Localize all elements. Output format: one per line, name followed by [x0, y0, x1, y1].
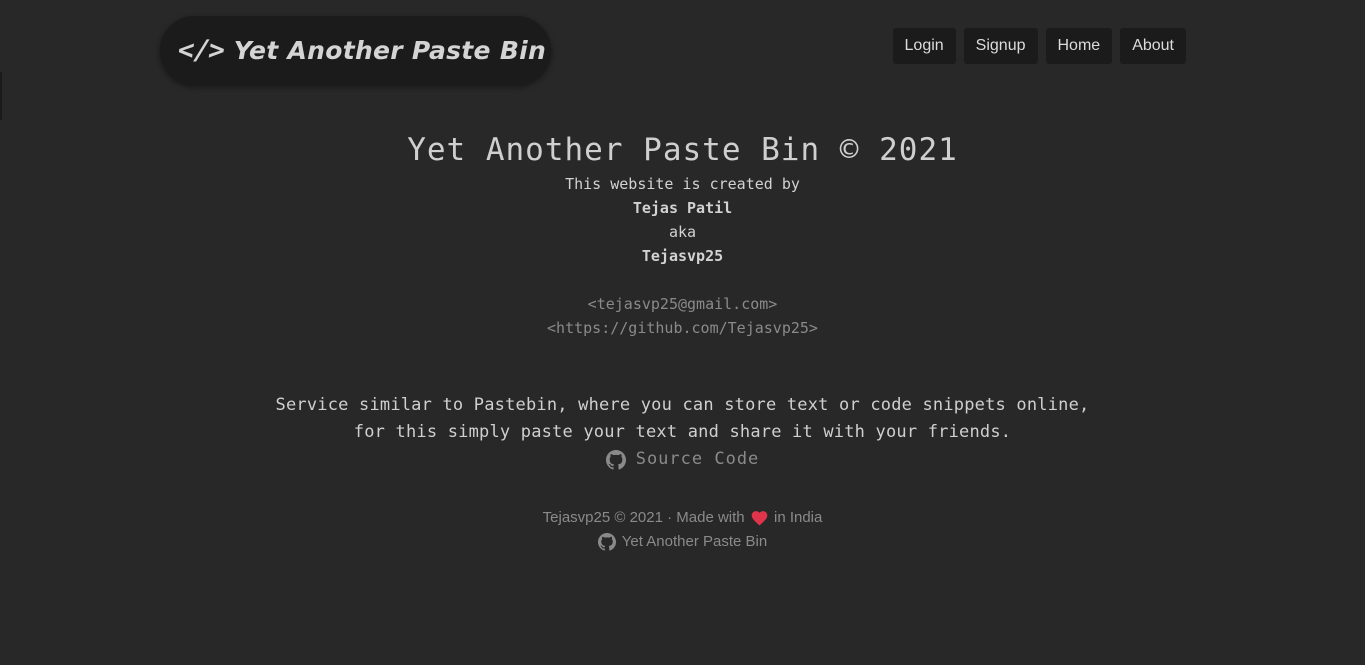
- brand-logo-link[interactable]: </> Yet Another Paste Bin: [160, 16, 551, 85]
- code-brackets-icon: </>: [175, 35, 226, 66]
- about-button[interactable]: About: [1120, 28, 1186, 64]
- nav-menu: Login Signup Home About: [892, 28, 1186, 64]
- aka-text: aka: [668, 223, 697, 241]
- github-profile-link[interactable]: <https://github.com/Tejasvp25>: [547, 319, 818, 337]
- source-code-link[interactable]: Source Code: [605, 446, 760, 473]
- author-handle: Tejasvp25: [641, 247, 724, 265]
- footer: Tejasvp25 © 2021 · Made with in India Ye…: [0, 506, 1365, 554]
- description-line-2: for this simply paste your text and shar…: [353, 422, 1012, 442]
- about-section: Yet Another Paste Bin © 2021 This websit…: [0, 128, 1365, 474]
- email-link[interactable]: <tejasvp25@gmail.com>: [588, 295, 778, 313]
- source-code-label: Source Code: [635, 449, 760, 469]
- author-name: Tejas Patil: [632, 199, 733, 217]
- footer-location-text: in India: [773, 509, 823, 526]
- login-button[interactable]: Login: [892, 28, 956, 64]
- footer-copyright-text: Tejasvp25 © 2021 · Made with: [542, 509, 745, 526]
- signup-button[interactable]: Signup: [963, 28, 1038, 64]
- heart-icon: [751, 511, 768, 526]
- home-button[interactable]: Home: [1045, 28, 1113, 64]
- footer-repo-label: Yet Another Paste Bin: [621, 533, 768, 550]
- footer-repo-link[interactable]: Yet Another Paste Bin: [597, 530, 768, 554]
- footer-copyright: Tejasvp25 © 2021 · Made with in India: [0, 506, 1365, 530]
- github-icon: [597, 533, 616, 551]
- page-title: Yet Another Paste Bin © 2021: [407, 132, 958, 168]
- description-line-1: Service similar to Pastebin, where you c…: [275, 395, 1090, 415]
- description: Service similar to Pastebin, where you c…: [0, 392, 1365, 446]
- brand-name: Yet Another Paste Bin: [233, 36, 547, 65]
- top-navbar: </> Yet Another Paste Bin Login Signup H…: [0, 0, 1365, 100]
- created-by-text: This website is created by: [565, 175, 800, 193]
- github-icon: [605, 449, 626, 470]
